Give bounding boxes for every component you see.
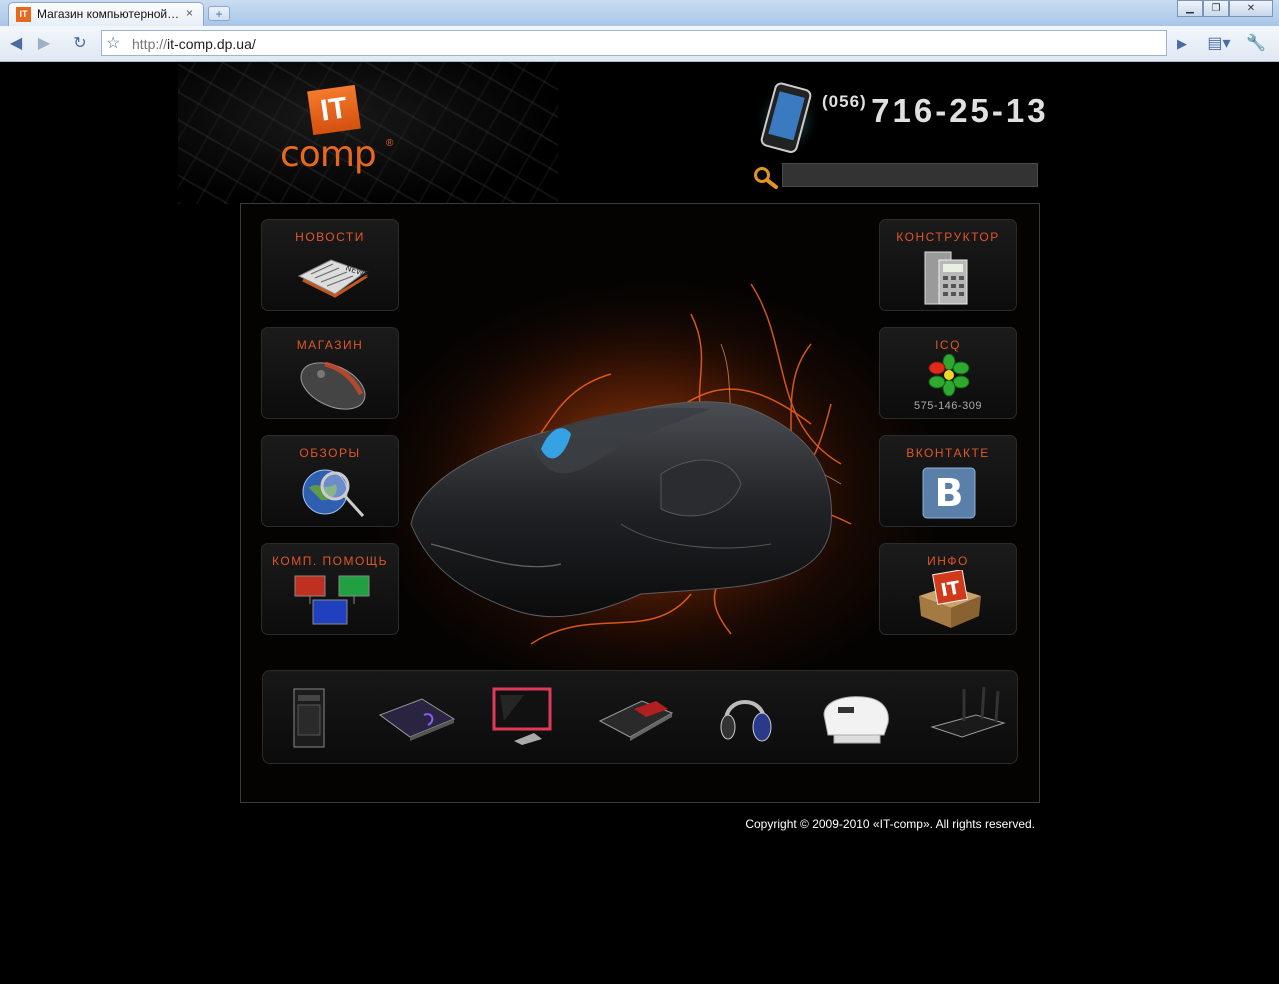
- site-logo[interactable]: IT comp ®: [280, 82, 400, 182]
- page-menu-icon[interactable]: ▤▾: [1206, 34, 1232, 54]
- mouse-icon: [300, 361, 366, 410]
- url-host: it-comp.dp.ua/: [167, 36, 256, 52]
- nav-tile-vkontakte[interactable]: ВКОНТАКТЕ B: [879, 435, 1017, 527]
- window-controls: ▁ ❐ ✕: [1177, 0, 1273, 17]
- icq-number: 575-146-309: [914, 400, 982, 412]
- laptop-icon[interactable]: [374, 681, 458, 753]
- logo-registered-mark: ®: [386, 138, 394, 149]
- nav-tile-computer-help-label: КОМП. ПОМОЩЬ: [272, 554, 388, 568]
- nav-tile-constructor[interactable]: КОНСТРУКТОР: [879, 219, 1017, 311]
- nav-tile-icq-label: ICQ: [935, 338, 961, 352]
- network-monitors-icon: [294, 575, 370, 625]
- url-text[interactable]: http://it-comp.dp.ua/: [132, 36, 256, 52]
- hero-gaming-mouse-image: [401, 283, 881, 664]
- close-icon[interactable]: ✕: [1229, 0, 1273, 17]
- nav-tile-info-label: ИНФО: [927, 554, 969, 568]
- nav-tile-shop[interactable]: МАГАЗИН: [261, 327, 399, 419]
- nav-tile-reviews[interactable]: ОБЗОРЫ: [261, 435, 399, 527]
- browser-tab[interactable]: IT Магазин компьютерной… ×: [8, 2, 204, 26]
- phone-area-code: (056): [822, 92, 867, 111]
- product-category-strip: [262, 670, 1018, 764]
- newspaper-icon: NEWS: [297, 259, 370, 298]
- browser-tabstrip: IT Магазин компьютерной… × + ▁ ❐ ✕: [0, 0, 1279, 26]
- search-input[interactable]: [782, 163, 1038, 187]
- smartphone-icon: [753, 82, 821, 156]
- logo-comp-text: comp: [280, 134, 377, 175]
- go-arrow-icon[interactable]: ▶: [1172, 34, 1192, 54]
- nav-tile-constructor-label: КОНСТРУКТОР: [896, 230, 1000, 244]
- search-icon[interactable]: [752, 166, 780, 190]
- nav-tile-icq[interactable]: ICQ 575-146-309: [879, 327, 1017, 419]
- nav-tile-news[interactable]: НОВОСТИ NEWS: [261, 219, 399, 311]
- nav-tile-info[interactable]: ИНФО IT: [879, 543, 1017, 635]
- tab-title: Магазин компьютерной…: [37, 7, 180, 21]
- logo-it-box: IT: [307, 84, 361, 136]
- url-protocol: http://: [132, 36, 168, 52]
- calculator-icon: [924, 251, 968, 305]
- tab-close-icon[interactable]: ×: [186, 6, 193, 20]
- pc-case-icon[interactable]: [266, 681, 350, 753]
- restore-icon[interactable]: ❐: [1203, 0, 1229, 17]
- nav-tile-shop-label: МАГАЗИН: [296, 338, 364, 352]
- phone-main-number: 716-25-13: [871, 92, 1049, 129]
- svg-text:B: B: [935, 471, 964, 515]
- wrench-menu-icon[interactable]: 🔧: [1242, 34, 1270, 54]
- monitor-icon[interactable]: [484, 681, 568, 753]
- reload-icon[interactable]: ↻: [70, 34, 90, 54]
- it-box-icon: IT: [919, 570, 981, 628]
- new-tab-button[interactable]: +: [208, 6, 230, 21]
- forward-arrow-icon[interactable]: ▶: [34, 34, 54, 54]
- main-frame: НОВОСТИ NEWS МАГАЗИН ОБЗОРЫ КОМП. ПОМОЩЬ…: [240, 203, 1040, 803]
- router-icon[interactable]: [924, 681, 1008, 753]
- browser-toolbar: ◀ ▶ ↻ ☆ http://it-comp.dp.ua/ ▶ ▤▾ 🔧: [0, 26, 1279, 62]
- favicon-icon: IT: [16, 7, 31, 22]
- globe-magnifier-icon: [302, 469, 365, 518]
- address-bar[interactable]: ☆ http://it-comp.dp.ua/: [101, 30, 1167, 56]
- footer-copyright: Copyright © 2009-2010 «IT-comp». All rig…: [745, 817, 1035, 831]
- page-body: IT comp ® (056) 716-25-13 НОВОСТИ NEWS М…: [0, 62, 1279, 984]
- icq-flower-icon: [928, 354, 970, 397]
- back-arrow-icon[interactable]: ◀: [6, 34, 26, 54]
- contact-phone: (056) 716-25-13: [822, 92, 1049, 130]
- nav-tile-news-label: НОВОСТИ: [295, 230, 365, 244]
- graphics-card-icon[interactable]: [594, 681, 678, 753]
- nav-tile-vkontakte-label: ВКОНТАКТЕ: [906, 446, 990, 460]
- headphones-icon[interactable]: [704, 681, 788, 753]
- bookmark-star-icon[interactable]: ☆: [106, 33, 120, 53]
- nav-tile-reviews-label: ОБЗОРЫ: [299, 446, 361, 460]
- minimize-icon[interactable]: ▁: [1177, 0, 1203, 17]
- vk-icon: B: [922, 467, 976, 519]
- nav-tile-computer-help[interactable]: КОМП. ПОМОЩЬ: [261, 543, 399, 635]
- printer-icon[interactable]: [814, 681, 898, 753]
